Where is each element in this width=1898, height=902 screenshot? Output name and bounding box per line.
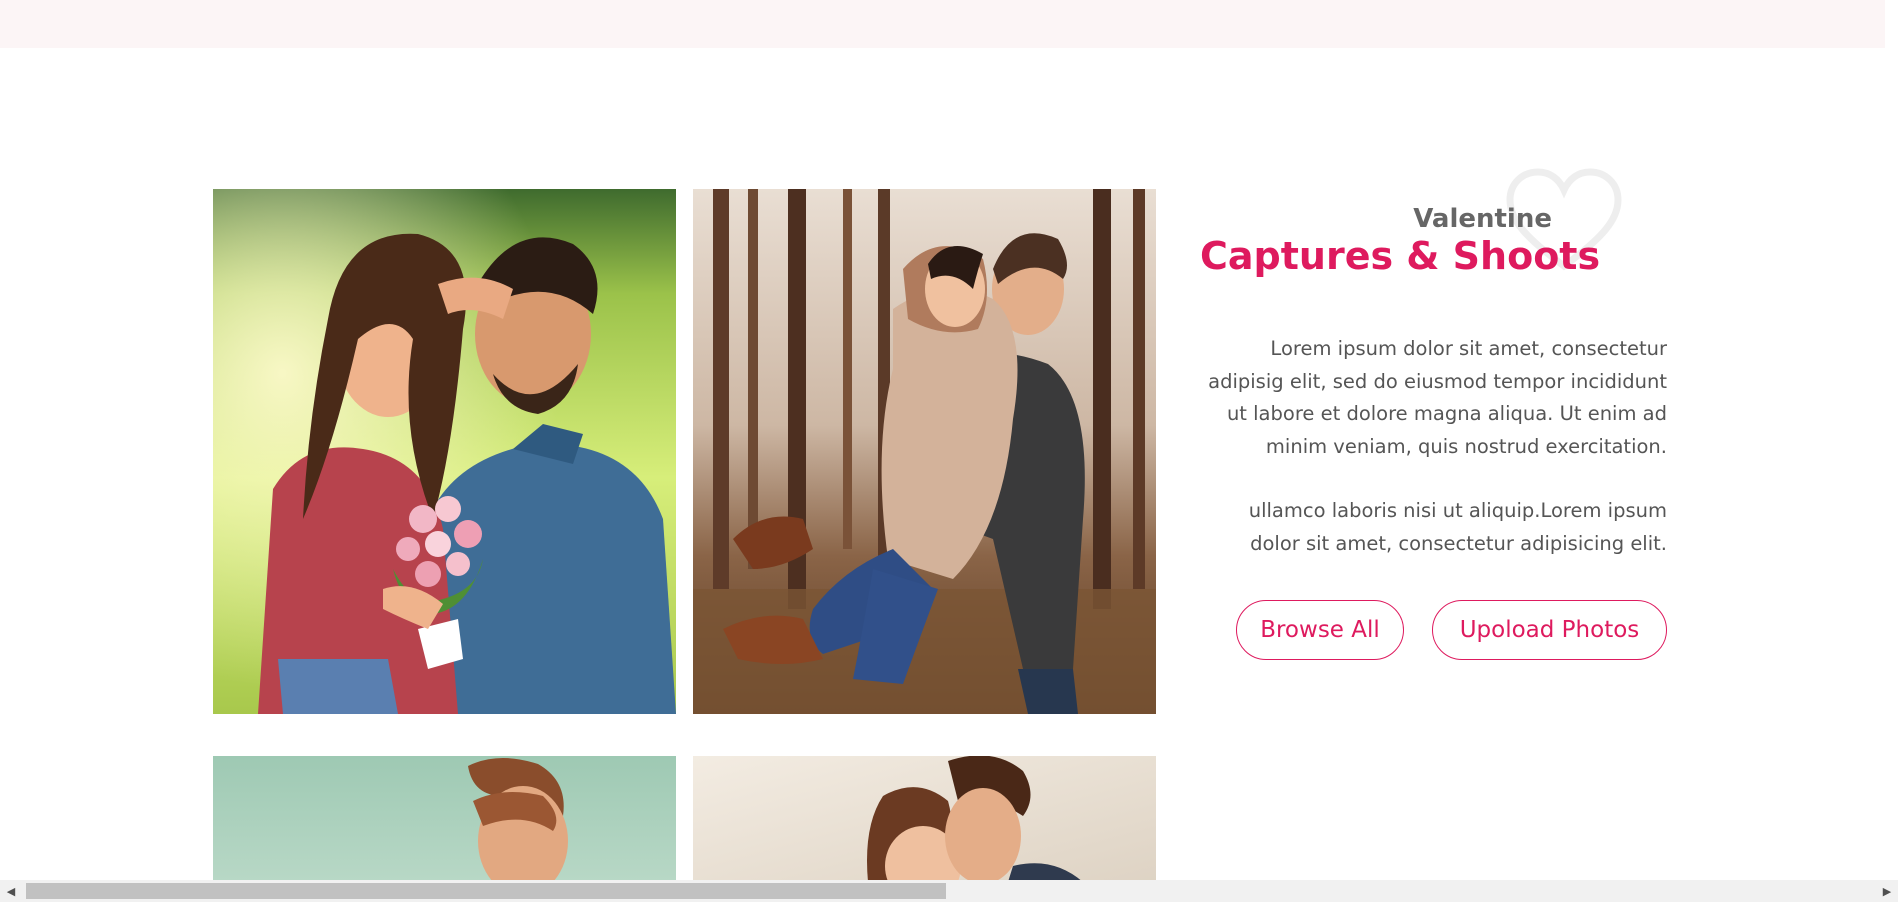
section-title: Captures & Shoots — [1200, 234, 1601, 278]
couple-kissing-photo[interactable] — [693, 756, 1156, 882]
scrollbar-thumb[interactable] — [26, 883, 946, 899]
couple-with-flower-bouquet-photo[interactable] — [213, 189, 676, 714]
browse-all-button[interactable]: Browse All — [1236, 600, 1404, 660]
man-profile-photo[interactable] — [213, 756, 676, 882]
section-subtitle: Valentine — [1413, 204, 1552, 234]
scroll-left-arrow-icon[interactable]: ◀ — [0, 880, 22, 902]
top-band — [0, 0, 1885, 48]
intro-paragraph: Lorem ipsum dolor sit amet, consectetur … — [1208, 337, 1667, 458]
couple-hugging-in-forest-photo[interactable] — [693, 189, 1156, 714]
horizontal-scrollbar[interactable]: ◀ ▶ — [0, 880, 1898, 902]
upload-photos-button[interactable]: Upoload Photos — [1432, 600, 1667, 660]
scroll-right-arrow-icon[interactable]: ▶ — [1876, 880, 1898, 902]
page-edge — [1885, 0, 1898, 880]
secondary-paragraph: ullamco laboris nisi ut aliquip.Lorem ip… — [1248, 499, 1667, 555]
